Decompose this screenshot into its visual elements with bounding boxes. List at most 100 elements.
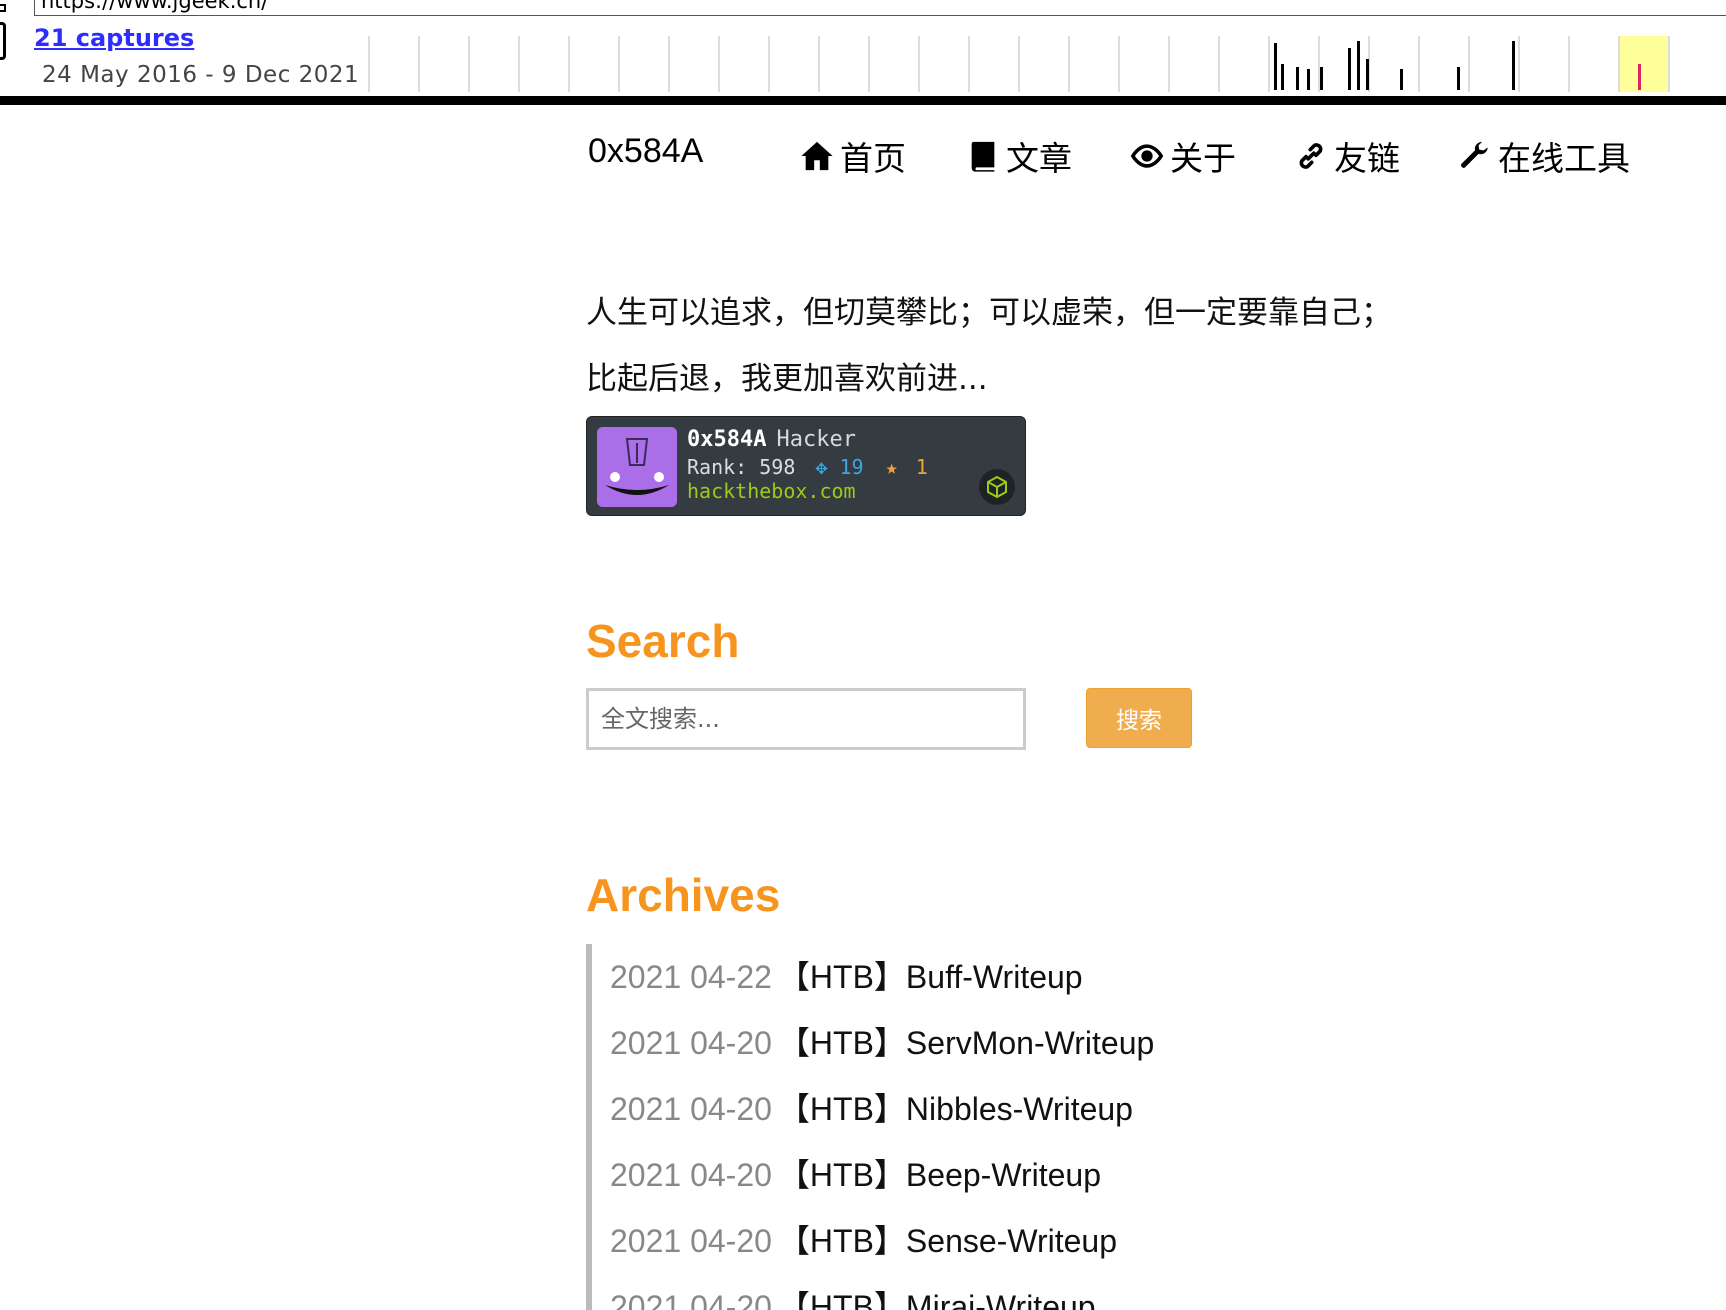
htb-cube-icon (979, 469, 1015, 505)
timeline-year-tick (1018, 36, 1020, 92)
timeline-year-tick (1118, 36, 1120, 92)
respect-icon: ✥ (815, 455, 828, 479)
timeline-year-tick (1668, 36, 1670, 92)
link-icon (1299, 143, 1323, 169)
star-icon: ★ (885, 455, 898, 479)
nav-item-friends[interactable]: 友链 (1294, 132, 1400, 180)
archives-heading: Archives (586, 869, 781, 921)
timeline-capture-bar[interactable] (1307, 69, 1310, 90)
wayback-url-field[interactable]: https://www.jgeek.cn/ (34, 0, 1726, 16)
nav-item-tools[interactable]: 在线工具 (1458, 132, 1630, 180)
timeline-year-tick (1418, 36, 1420, 92)
timeline-year-tick (1168, 36, 1170, 92)
timeline-year-tick (968, 36, 970, 92)
archive-date: 2021 04-20 (610, 1091, 772, 1127)
timeline-year-tick (1568, 36, 1570, 92)
htb-rank-title: Hacker (776, 427, 856, 452)
motto-line-2: 比起后退，我更加喜欢前进... (586, 361, 988, 397)
timeline-capture-bar[interactable] (1457, 67, 1460, 90)
list-item[interactable]: 2021 04-22 【HTB】Buff-Writeup (610, 944, 1486, 1010)
wayback-logo-icon (0, 22, 6, 60)
wayback-logo-fragment-icon (0, 4, 6, 12)
nav-item-articles[interactable]: 文章 (966, 132, 1072, 180)
htb-username: 0x584A Hacker (687, 427, 856, 452)
nav-item-about[interactable]: 关于 (1130, 132, 1236, 180)
timeline-year-tick (568, 36, 570, 92)
archive-link[interactable]: 【HTB】Sense-Writeup (778, 1223, 1117, 1259)
htb-site: hackthebox.com (687, 479, 856, 503)
timeline-year-tick (768, 36, 770, 92)
archive-date: 2021 04-20 (610, 1157, 772, 1193)
htb-username-text: 0x584A (687, 427, 767, 452)
home-icon (801, 141, 833, 171)
timeline-year-tick (918, 36, 920, 92)
timeline-capture-bar[interactable] (1274, 43, 1277, 90)
list-item[interactable]: 2021 04-20 【HTB】Nibbles-Writeup (610, 1076, 1486, 1142)
wayback-url-text: https://www.jgeek.cn/ (41, 0, 269, 13)
archive-date: 2021 04-20 (610, 1223, 772, 1259)
archive-list: 2021 04-22 【HTB】Buff-Writeup 2021 04-20 【H… (586, 944, 1486, 1310)
site-nav: 0x584A 首页 文章 关于 友链 在线工具 (588, 128, 1688, 178)
timeline-year-tick (368, 36, 370, 92)
nav-item-home[interactable]: 首页 (800, 132, 906, 180)
timeline-year-tick (868, 36, 870, 92)
htb-respect-count: 19 (839, 455, 864, 479)
wrench-icon (1461, 141, 1488, 168)
archive-date: 2021 04-22 (610, 959, 772, 995)
timeline-year-tick (1218, 36, 1220, 92)
archive-link[interactable]: 【HTB】Buff-Writeup (778, 959, 1083, 995)
timeline-capture-bar[interactable] (1357, 41, 1360, 90)
search-input[interactable] (586, 688, 1026, 750)
nav-item-label: 首页 (840, 140, 906, 177)
timeline-current-year-highlight (1618, 36, 1668, 92)
site-brand[interactable]: 0x584A (588, 132, 703, 171)
archive-link[interactable]: 【HTB】Mirai-Writeup (778, 1289, 1096, 1310)
list-item[interactable]: 2021 04-20 【HTB】ServMon-Writeup (610, 1010, 1486, 1076)
timeline-year-tick (418, 36, 420, 92)
timeline-capture-bar[interactable] (1366, 59, 1369, 90)
capture-date-range: 24 May 2016 - 9 Dec 2021 (42, 62, 360, 88)
timeline-capture-bar[interactable] (1296, 67, 1299, 90)
search-heading: Search (586, 615, 740, 667)
book-icon (971, 141, 995, 172)
nav-item-label: 文章 (1006, 140, 1072, 177)
nav-item-label: 友链 (1334, 140, 1400, 177)
archive-date: 2021 04-20 (610, 1025, 772, 1061)
timeline-year-tick (1068, 36, 1070, 92)
list-item[interactable]: 2021 04-20 【HTB】Sense-Writeup (610, 1208, 1486, 1274)
htb-star-count: 1 (915, 455, 928, 479)
timeline-year-tick (1618, 36, 1620, 92)
wayback-toolbar-border (0, 96, 1726, 105)
timeline-year-tick (718, 36, 720, 92)
motto-line-1: 人生可以追求，但切莫攀比；可以虚荣，但一定要靠自己； (586, 295, 1392, 331)
timeline-capture-bar[interactable] (1281, 64, 1284, 90)
htb-rank-row: Rank: 598 ✥ 19 ★ 1 (687, 455, 928, 479)
timeline-year-tick (1468, 36, 1470, 92)
wayback-toolbar: https://www.jgeek.cn/ 21 captures 24 May… (0, 0, 1726, 105)
timeline-selected-capture[interactable] (1638, 64, 1641, 90)
nav-item-label: 关于 (1170, 140, 1236, 177)
avatar-face-icon (597, 427, 677, 507)
archive-link[interactable]: 【HTB】ServMon-Writeup (778, 1025, 1154, 1061)
archive-link[interactable]: 【HTB】Beep-Writeup (778, 1157, 1101, 1193)
timeline-capture-bar[interactable] (1348, 48, 1351, 90)
htb-profile-badge[interactable]: 0x584A Hacker Rank: 598 ✥ 19 ★ 1 hacktheb… (586, 416, 1026, 516)
list-item[interactable]: 2021 04-20 【HTB】Mirai-Writeup (610, 1274, 1486, 1310)
timeline-capture-bar[interactable] (1512, 41, 1515, 90)
timeline-capture-bar[interactable] (1400, 69, 1403, 90)
nav-item-label: 在线工具 (1498, 140, 1630, 177)
timeline-year-tick (518, 36, 520, 92)
search-button[interactable]: 搜索 (1086, 688, 1192, 748)
timeline-year-tick (818, 36, 820, 92)
captures-link[interactable]: 21 captures (34, 24, 194, 52)
archive-link[interactable]: 【HTB】Nibbles-Writeup (778, 1091, 1133, 1127)
eye-icon (1130, 144, 1164, 168)
capture-timeline[interactable] (368, 36, 1670, 92)
timeline-capture-bar[interactable] (1320, 67, 1323, 90)
timeline-year-tick (1518, 36, 1520, 92)
archive-date: 2021 04-20 (610, 1289, 772, 1310)
htb-rank: Rank: 598 (687, 455, 796, 479)
timeline-year-tick (668, 36, 670, 92)
timeline-year-tick (618, 36, 620, 92)
list-item[interactable]: 2021 04-20 【HTB】Beep-Writeup (610, 1142, 1486, 1208)
